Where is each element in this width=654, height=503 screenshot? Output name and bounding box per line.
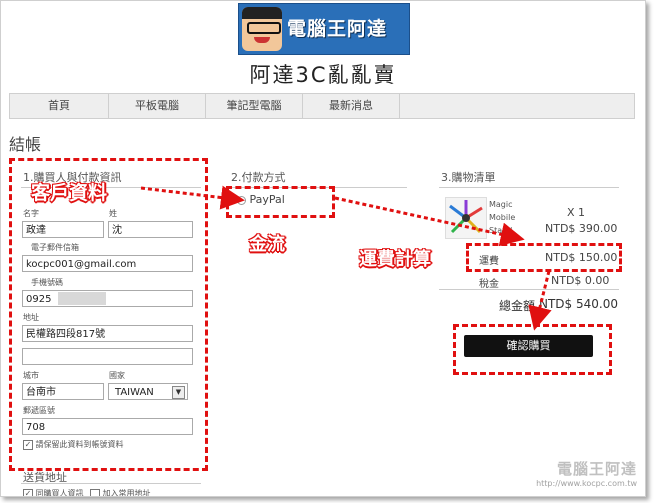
watermark-name: 電腦王阿達 <box>556 460 637 478</box>
watermark: 電腦王阿達 http://www.kocpc.com.tw <box>536 458 637 488</box>
annotation-arrows <box>140 185 552 331</box>
arrow-to-confirm <box>528 270 552 331</box>
arrow-to-payment <box>140 185 245 210</box>
watermark-url: http://www.kocpc.com.tw <box>536 479 637 488</box>
arrow-to-shipping <box>334 196 525 247</box>
browser-frame: 電腦王阿達 阿達3C亂亂賣 首頁 平板電腦 筆記型電腦 最新消息 結帳 1.購買… <box>0 0 646 497</box>
